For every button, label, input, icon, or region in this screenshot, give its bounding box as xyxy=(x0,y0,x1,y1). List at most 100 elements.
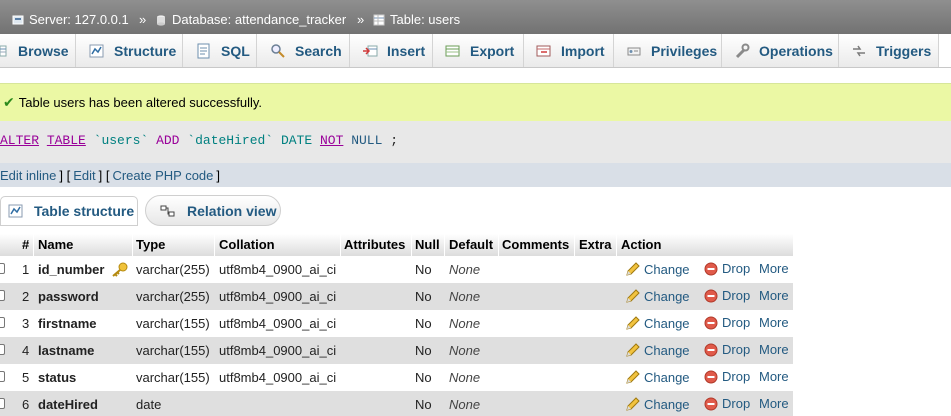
drop-button[interactable]: Drop xyxy=(704,396,750,411)
table-row: 1 id_number varchar(255) utf8mb4_0900_ai… xyxy=(0,256,793,283)
row-collation: utf8mb4_0900_ai_ci xyxy=(219,316,337,331)
wrench-icon xyxy=(734,43,750,59)
row-collation: utf8mb4_0900_ai_ci xyxy=(219,343,337,358)
change-button[interactable]: Change xyxy=(625,369,690,385)
sql-icon xyxy=(196,43,212,59)
structure-icon xyxy=(8,204,23,218)
tab-triggers[interactable]: Triggers xyxy=(839,34,939,67)
breadcrumb-table[interactable]: Table: users xyxy=(373,12,460,27)
tab-insert[interactable]: Insert xyxy=(350,34,433,67)
sql-keyword-not[interactable]: NOT xyxy=(320,133,343,148)
sql-query-box: ALTER TABLE `users` ADD `dateHired` DATE… xyxy=(0,121,951,163)
pencil-icon xyxy=(626,316,640,330)
row-null: No xyxy=(415,397,432,412)
more-button[interactable]: More xyxy=(759,288,789,303)
row-checkbox[interactable] xyxy=(0,317,5,328)
row-type: date xyxy=(136,397,162,412)
drop-label: Drop xyxy=(722,369,751,384)
drop-icon xyxy=(704,397,718,410)
tab-search[interactable]: Search xyxy=(257,34,350,67)
more-button[interactable]: More xyxy=(759,396,789,411)
tab-browse-label: Browse xyxy=(18,42,69,59)
sql-links: Edit inline ] [ Edit ] [ Create PHP code… xyxy=(0,163,951,187)
change-button[interactable]: Change xyxy=(625,261,690,277)
more-button[interactable]: More xyxy=(759,315,789,330)
drop-button[interactable]: Drop xyxy=(704,315,750,330)
pencil-icon xyxy=(626,370,640,384)
sql-table-name: `users` xyxy=(93,133,149,148)
breadcrumb-server[interactable]: Server: 127.0.0.1 xyxy=(12,12,129,27)
col-header-type[interactable]: Type xyxy=(136,237,165,252)
change-button[interactable]: Change xyxy=(625,342,690,358)
row-type: varchar(255) xyxy=(136,262,210,277)
col-header-action: Action xyxy=(621,237,662,252)
col-header-collation[interactable]: Collation xyxy=(219,237,275,252)
tab-insert-label: Insert xyxy=(387,42,426,59)
drop-label: Drop xyxy=(722,288,751,303)
drop-icon xyxy=(704,262,718,275)
tab-export[interactable]: Export xyxy=(433,34,524,67)
database-icon xyxy=(157,14,165,26)
row-null: No xyxy=(415,316,432,331)
tab-sql-label: SQL xyxy=(221,42,250,59)
drop-button[interactable]: Drop xyxy=(704,261,750,276)
row-default: None xyxy=(449,397,481,412)
row-checkbox[interactable] xyxy=(0,290,5,301)
row-checkbox[interactable] xyxy=(0,398,5,409)
col-header-null[interactable]: Null xyxy=(415,237,440,252)
sql-type: DATE xyxy=(280,133,313,148)
row-checkbox[interactable] xyxy=(0,371,5,382)
sql-keyword-alter[interactable]: ALTER xyxy=(0,133,39,148)
edit-inline-link[interactable]: Edit inline xyxy=(0,168,56,183)
subtab-relation-view[interactable]: Relation view xyxy=(145,195,281,226)
drop-button[interactable]: Drop xyxy=(704,369,750,384)
row-number: 1 xyxy=(22,262,30,277)
row-collation: utf8mb4_0900_ai_ci xyxy=(219,262,337,277)
tab-browse[interactable]: Browse xyxy=(0,34,76,67)
change-button[interactable]: Change xyxy=(625,288,690,304)
browse-icon xyxy=(0,43,10,59)
col-header-comments[interactable]: Comments xyxy=(502,237,569,252)
change-button[interactable]: Change xyxy=(625,315,690,331)
drop-button[interactable]: Drop xyxy=(704,342,750,357)
change-button[interactable]: Change xyxy=(625,396,690,412)
row-default: None xyxy=(449,262,481,277)
tab-import[interactable]: Import xyxy=(524,34,614,67)
drop-label: Drop xyxy=(722,396,751,411)
tab-sql[interactable]: SQL xyxy=(183,34,257,67)
subtab-table-structure[interactable]: Table structure xyxy=(0,196,138,226)
export-icon xyxy=(445,43,461,59)
tab-structure[interactable]: Structure xyxy=(76,34,183,67)
privileges-icon xyxy=(626,43,642,59)
sql-keyword-null: NULL xyxy=(351,133,383,148)
row-number: 6 xyxy=(22,397,30,412)
more-button[interactable]: More xyxy=(759,369,789,384)
change-label: Change xyxy=(644,369,690,385)
row-checkbox[interactable] xyxy=(0,344,5,355)
drop-button[interactable]: Drop xyxy=(704,288,750,303)
create-php-code-link[interactable]: Create PHP code xyxy=(112,168,213,183)
row-number: 5 xyxy=(22,370,30,385)
col-header-name[interactable]: Name xyxy=(38,237,73,252)
more-button[interactable]: More xyxy=(759,342,789,357)
col-header-extra[interactable]: Extra xyxy=(579,237,612,252)
success-message: ✔ Table users has been altered successfu… xyxy=(0,83,951,122)
more-button[interactable]: More xyxy=(759,261,789,276)
tab-privileges[interactable]: Privileges xyxy=(614,34,722,67)
sql-keyword-table[interactable]: TABLE xyxy=(47,133,86,148)
tab-operations[interactable]: Operations xyxy=(722,34,839,67)
table-row: 2 password varchar(255) utf8mb4_0900_ai_… xyxy=(0,283,793,310)
edit-link[interactable]: Edit xyxy=(73,168,95,183)
drop-label: Drop xyxy=(722,315,751,330)
drop-label: Drop xyxy=(722,261,751,276)
row-null: No xyxy=(415,262,432,277)
breadcrumb-database[interactable]: Database: attendance_tracker xyxy=(155,12,346,27)
col-header-default[interactable]: Default xyxy=(449,237,493,252)
drop-label: Drop xyxy=(722,342,751,357)
primary-key-icon xyxy=(112,262,128,277)
sql-keyword-add: ADD xyxy=(156,133,180,148)
pencil-icon xyxy=(626,262,640,276)
col-header-attributes[interactable]: Attributes xyxy=(344,237,405,252)
row-name: status xyxy=(38,370,77,385)
row-checkbox[interactable] xyxy=(0,263,5,274)
